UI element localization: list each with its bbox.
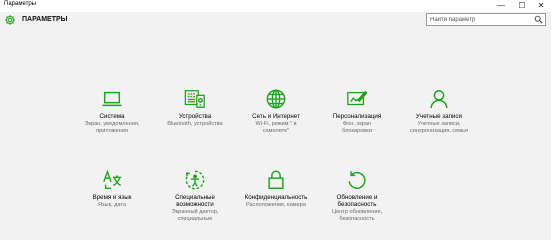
tile-system[interactable]: Система Экран, уведомления, приложения <box>76 88 148 134</box>
tile-description: Экранный диктор, специальные <box>171 209 219 222</box>
tile-title: Устройства <box>178 113 212 120</box>
tile-title: Система <box>99 113 125 120</box>
gear-icon <box>5 15 15 25</box>
search-input[interactable] <box>429 14 531 25</box>
tile-privacy[interactable]: Конфиденциальность Расположение, камера <box>240 169 312 209</box>
language-icon <box>103 169 122 189</box>
tile-description: Bluetooth, устройства <box>167 121 223 127</box>
lock-icon <box>268 170 284 189</box>
minimize-button[interactable]: — <box>491 0 511 12</box>
tile-title: Учетные записи <box>416 113 462 120</box>
tile-update-security[interactable]: Обновление и безопасность Центр обновлен… <box>321 169 393 222</box>
tile-description: Экран, уведомления, приложения <box>84 121 140 134</box>
tile-description: Wi-Fi, режим " в самолете" <box>255 121 297 134</box>
laptop-icon <box>102 91 122 107</box>
tile-description: Центр обновления, безопасность <box>331 209 383 222</box>
accessibility-icon <box>185 170 205 190</box>
tile-accessibility[interactable]: Специальные возможности Экранный диктор,… <box>159 169 231 222</box>
devices-icon <box>184 90 205 108</box>
tile-title: Сеть и Интернет <box>252 113 300 120</box>
personalization-icon <box>347 90 368 106</box>
update-icon <box>348 171 366 189</box>
tile-accounts[interactable]: Учетные записи Учетные записи, синхрониза… <box>403 88 475 134</box>
person-icon <box>430 90 448 109</box>
window-title: Параметры <box>4 1 36 7</box>
tile-title: Обновление и безопасность <box>336 194 378 208</box>
tile-network[interactable]: Сеть и Интернет Wi-Fi, режим " в самолете… <box>240 88 312 134</box>
tile-time-language[interactable]: Время и язык Язык, дата <box>76 169 148 209</box>
tile-title: Специальные возможности <box>175 194 215 208</box>
tile-title: Конфиденциальность <box>244 194 308 201</box>
tile-personalization[interactable]: Персонализация Фон, экран блокировки <box>321 88 393 134</box>
tile-title: Персонализация <box>332 113 382 120</box>
tile-description: Учетные записи, синхронизация, семья <box>409 121 469 134</box>
search-box[interactable] <box>426 13 546 26</box>
close-button[interactable]: ✕ <box>531 0 551 12</box>
tile-devices[interactable]: Устройства Bluetooth, устройства <box>159 88 231 128</box>
tile-description: Фон, экран блокировки <box>342 121 372 134</box>
page-title: ПАРАМЕТРЫ <box>22 16 68 23</box>
search-icon[interactable] <box>534 15 543 24</box>
tile-description: Язык, дата <box>97 202 127 208</box>
maximize-button[interactable]: ☐ <box>512 0 532 12</box>
tile-title: Время и язык <box>92 194 132 201</box>
tile-description: Расположение, камера <box>246 202 306 208</box>
globe-icon <box>266 89 286 109</box>
window-titlebar: Параметры — ☐ ✕ <box>0 0 551 12</box>
